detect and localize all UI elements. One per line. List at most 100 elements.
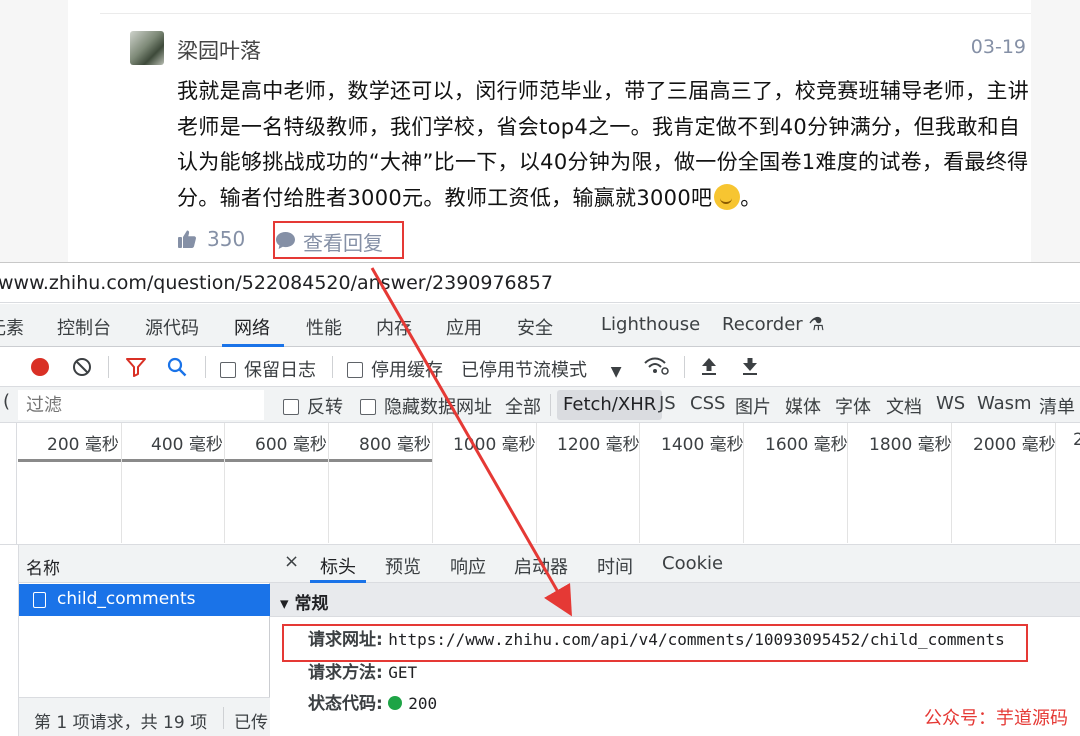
disable-cache-checkbox[interactable]: 停用缓存 xyxy=(347,356,443,382)
tick-label: 1000 毫秒 xyxy=(453,435,536,455)
checkbox-icon xyxy=(347,362,363,378)
status-ok-icon xyxy=(388,696,403,710)
filter-type-media[interactable]: 媒体 xyxy=(785,393,821,419)
filter-type-doc[interactable]: 文档 xyxy=(886,393,922,419)
tick-label: 2 xyxy=(1073,430,1080,450)
chevron-down-icon: ▼ xyxy=(610,364,622,380)
status-separator xyxy=(223,707,224,729)
filter-bar: ( 反转 隐藏数据网址 全部 Fetch/XHR JS CSS 图片 媒体 字体… xyxy=(0,387,1080,423)
toolbar-separator xyxy=(205,356,206,378)
network-status-bar: 第 1 项请求，共 19 项 已传 xyxy=(19,697,270,736)
toolbar-separator xyxy=(108,356,109,378)
devtools-window: www.zhihu.com/question/522084520/answer/… xyxy=(0,262,1080,736)
tab-network[interactable]: 网络 xyxy=(234,314,270,340)
tick-line xyxy=(224,423,225,543)
filter-input[interactable] xyxy=(18,390,264,420)
invert-checkbox[interactable]: 反转 xyxy=(283,393,343,419)
page-background: 梁园叶落 03-19 我就是高中老师，数学还可以，闵行师范毕业，带了三届高三了，… xyxy=(0,0,1080,262)
tab-timing[interactable]: 时间 xyxy=(597,553,633,579)
checkbox-icon xyxy=(220,362,236,378)
tab-console[interactable]: 控制台 xyxy=(57,314,111,340)
avatar[interactable] xyxy=(130,31,164,65)
tab-initiator[interactable]: 启动器 xyxy=(514,553,568,579)
tick-line xyxy=(121,423,122,543)
import-har-icon[interactable] xyxy=(700,356,718,376)
detail-tab-bar: × 标头 预览 响应 启动器 时间 Cookie xyxy=(270,545,1080,583)
tab-preview[interactable]: 预览 xyxy=(385,553,421,579)
panel-tab-bar: 元素 控制台 源代码 网络 性能 内存 应用 安全 Lighthouse Rec… xyxy=(0,304,1080,347)
checkbox-icon xyxy=(283,399,299,415)
tab-recorder-label: Recorder xyxy=(722,314,803,335)
filter-type-all[interactable]: 全部 xyxy=(505,393,541,419)
thinking-face-emoji xyxy=(714,183,741,210)
inspected-url: www.zhihu.com/question/522084520/answer/… xyxy=(0,272,553,294)
timeline-request-bar xyxy=(18,459,432,462)
view-replies-button[interactable]: 查看回复 xyxy=(303,227,383,256)
close-icon[interactable]: × xyxy=(284,551,299,572)
filter-type-manifest[interactable]: 清单 xyxy=(1039,393,1075,419)
name-column-header[interactable]: 名称 xyxy=(19,545,270,583)
tick-label: 400 毫秒 xyxy=(151,435,223,455)
tick-label: 600 毫秒 xyxy=(255,435,327,455)
tab-response[interactable]: 响应 xyxy=(450,553,486,579)
tick-line xyxy=(536,423,537,543)
filter-type-img[interactable]: 图片 xyxy=(735,393,771,419)
comment-period: 。 xyxy=(740,185,762,210)
clear-icon[interactable] xyxy=(72,357,92,377)
tab-cookies[interactable]: Cookie xyxy=(662,553,723,574)
tick-label: 200 毫秒 xyxy=(47,435,119,455)
toolbar-separator xyxy=(332,356,333,378)
export-har-icon[interactable] xyxy=(741,356,759,376)
filter-type-wasm[interactable]: Wasm xyxy=(977,393,1032,414)
tab-memory[interactable]: 内存 xyxy=(376,314,412,340)
tab-recorder[interactable]: Recorder ⚗ xyxy=(722,314,825,335)
annotation-box-request-url xyxy=(282,624,1028,662)
flask-icon: ⚗ xyxy=(808,314,825,335)
filter-type-js[interactable]: JS xyxy=(659,393,676,414)
throttling-select[interactable]: 已停用节流模式 ▼ xyxy=(461,356,622,382)
tick-label: 2000 毫秒 xyxy=(973,435,1056,455)
tick-label: 1200 毫秒 xyxy=(557,435,640,455)
tab-lighthouse[interactable]: Lighthouse xyxy=(601,314,700,335)
comment-author[interactable]: 梁园叶落 xyxy=(177,35,261,65)
document-icon xyxy=(33,592,46,608)
filter-type-fetch-xhr[interactable]: Fetch/XHR xyxy=(557,390,663,420)
tab-application[interactable]: 应用 xyxy=(446,314,482,340)
tab-headers[interactable]: 标头 xyxy=(320,553,356,579)
tab-performance[interactable]: 性能 xyxy=(306,314,342,340)
filter-icon[interactable] xyxy=(125,357,147,377)
speech-bubble-icon[interactable] xyxy=(275,231,296,250)
request-method-key: 请求方法: xyxy=(308,663,383,683)
record-icon[interactable] xyxy=(30,357,50,377)
thumbs-up-icon[interactable] xyxy=(177,229,197,249)
request-row[interactable]: child_comments xyxy=(19,584,270,616)
request-list-panel: 名称 child_comments 第 1 项请求，共 19 项 已传 xyxy=(18,545,270,736)
like-count[interactable]: 350 xyxy=(207,227,245,251)
filter-edge-glyph: ( xyxy=(3,391,11,412)
tab-sources[interactable]: 源代码 xyxy=(145,314,199,340)
throttling-value: 已停用节流模式 xyxy=(461,360,587,381)
comment-date: 03-19 xyxy=(970,36,1026,58)
toolbar-separator xyxy=(684,356,685,378)
filter-type-ws[interactable]: WS xyxy=(936,393,965,414)
comment-body: 我就是高中老师，数学还可以，闵行师范毕业，带了三届高三了，校竞赛班辅导老师，主讲… xyxy=(177,74,1037,216)
preserve-log-label: 保留日志 xyxy=(244,360,316,381)
preserve-log-checkbox[interactable]: 保留日志 xyxy=(220,356,316,382)
hide-data-urls-label: 隐藏数据网址 xyxy=(384,397,492,418)
tab-security[interactable]: 安全 xyxy=(517,314,553,340)
general-section-header[interactable]: ▾ 常规 xyxy=(270,583,1080,617)
toolbar-separator xyxy=(550,394,551,416)
status-code-key: 状态代码: xyxy=(308,694,383,714)
tick-label: 1600 毫秒 xyxy=(765,435,848,455)
invert-label: 反转 xyxy=(307,397,343,418)
status-code-value: 200 xyxy=(408,694,438,713)
network-overview-timeline[interactable]: 200 毫秒 400 毫秒 600 毫秒 800 毫秒 1000 毫秒 1200… xyxy=(0,423,1080,545)
tab-elements[interactable]: 元素 xyxy=(0,314,24,340)
hide-data-urls-checkbox[interactable]: 隐藏数据网址 xyxy=(360,393,492,419)
network-conditions-icon[interactable] xyxy=(643,355,669,377)
filter-type-css[interactable]: CSS xyxy=(690,393,725,414)
watermark-text: 公众号：芋道源码 xyxy=(924,708,1068,729)
filter-type-font[interactable]: 字体 xyxy=(835,393,871,419)
search-icon[interactable] xyxy=(167,357,187,377)
divider xyxy=(100,13,1031,14)
